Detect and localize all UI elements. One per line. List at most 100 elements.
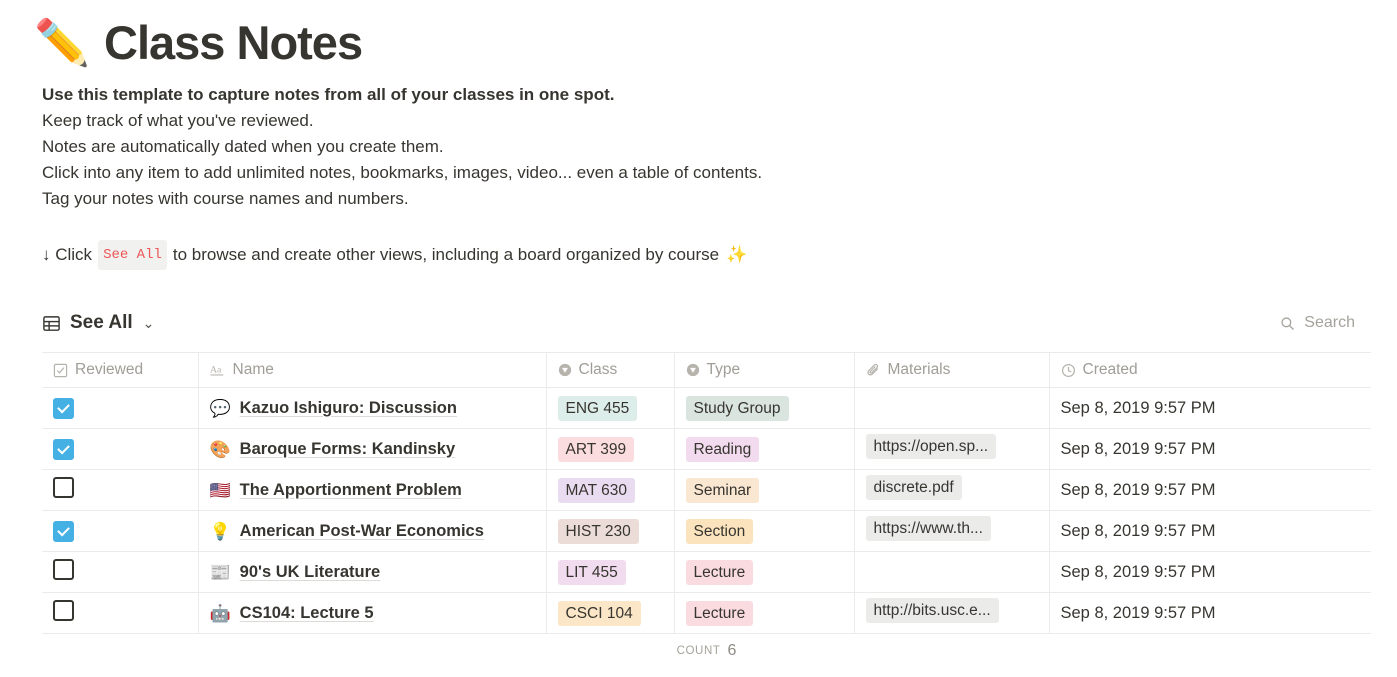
- reviewed-checkbox[interactable]: [53, 600, 74, 621]
- cell-materials[interactable]: https://www.th...: [854, 511, 1049, 552]
- view-selector[interactable]: See All ⌄: [42, 312, 154, 334]
- note-title-link[interactable]: American Post-War Economics: [240, 522, 484, 541]
- class-tag: ENG 455: [558, 396, 638, 421]
- row-emoji-icon: 🎨: [210, 441, 231, 458]
- cell-materials[interactable]: https://open.sp...: [854, 429, 1049, 470]
- sparkles-icon: ✨: [726, 242, 747, 268]
- notes-table: Reviewed Aa Name: [42, 352, 1371, 634]
- cell-reviewed[interactable]: [42, 511, 198, 552]
- reviewed-checkbox[interactable]: [53, 477, 74, 498]
- column-header-materials[interactable]: Materials: [854, 353, 1049, 388]
- type-tag: Seminar: [686, 478, 760, 503]
- class-tag: ART 399: [558, 437, 635, 462]
- cell-type[interactable]: Lecture: [674, 552, 854, 593]
- materials-chip[interactable]: discrete.pdf: [866, 475, 962, 500]
- table-row[interactable]: 🤖 CS104: Lecture 5 CSCI 104 Lecture http://b…: [42, 593, 1371, 634]
- cell-type[interactable]: Section: [674, 511, 854, 552]
- cell-materials[interactable]: http://bits.usc.e...: [854, 593, 1049, 634]
- row-emoji-icon: 🤖: [210, 605, 231, 622]
- cell-class[interactable]: MAT 630: [546, 470, 674, 511]
- note-title-link[interactable]: 90's UK Literature: [240, 563, 381, 582]
- table-row[interactable]: 🎨 Baroque Forms: Kandinsky ART 399 Reading h…: [42, 429, 1371, 470]
- cell-type[interactable]: Study Group: [674, 388, 854, 429]
- type-tag: Section: [686, 519, 754, 544]
- column-header-name[interactable]: Aa Name: [198, 353, 546, 388]
- column-header-class[interactable]: Class: [546, 353, 674, 388]
- class-tag: CSCI 104: [558, 601, 641, 626]
- type-tag: Lecture: [686, 601, 754, 626]
- class-tag: HIST 230: [558, 519, 639, 544]
- note-title-link[interactable]: CS104: Lecture 5: [240, 604, 374, 623]
- cell-name[interactable]: 💡American Post-War Economics: [198, 511, 546, 552]
- row-emoji-icon: 🇺🇸: [210, 482, 231, 499]
- cell-type[interactable]: Seminar: [674, 470, 854, 511]
- cell-reviewed[interactable]: [42, 470, 198, 511]
- column-header-label: Materials: [888, 361, 951, 379]
- cell-materials[interactable]: [854, 552, 1049, 593]
- type-tag: Study Group: [686, 396, 789, 421]
- table-row[interactable]: 📰 90's UK Literature LIT 455 Lecture Sep 8, …: [42, 552, 1371, 593]
- search-control[interactable]: Search: [1280, 314, 1355, 332]
- cell-name[interactable]: 💬Kazuo Ishiguro: Discussion: [198, 388, 546, 429]
- cell-reviewed[interactable]: [42, 593, 198, 634]
- reviewed-checkbox[interactable]: [53, 439, 74, 460]
- cell-created[interactable]: Sep 8, 2019 9:57 PM: [1049, 511, 1371, 552]
- cell-materials[interactable]: [854, 388, 1049, 429]
- materials-chip[interactable]: https://open.sp...: [866, 434, 997, 459]
- cell-class[interactable]: ART 399: [546, 429, 674, 470]
- cell-name[interactable]: 🇺🇸 The Apportionment Problem: [198, 470, 546, 511]
- see-all-code-chip: See All: [98, 240, 167, 270]
- cell-class[interactable]: HIST 230: [546, 511, 674, 552]
- cell-type[interactable]: Lecture: [674, 593, 854, 634]
- cell-reviewed[interactable]: [42, 429, 198, 470]
- cell-name[interactable]: 🤖 CS104: Lecture 5: [198, 593, 546, 634]
- note-title-link[interactable]: Kazuo Ishiguro: Discussion: [240, 399, 457, 418]
- chevron-down-icon[interactable]: ⌄: [143, 315, 155, 332]
- table-row[interactable]: 💡American Post-War Economics HIST 230 Sect…: [42, 511, 1371, 552]
- description-line: Tag your notes with course names and num…: [42, 186, 1363, 212]
- materials-chip[interactable]: https://www.th...: [866, 516, 991, 541]
- cell-type[interactable]: Reading: [674, 429, 854, 470]
- class-tag: LIT 455: [558, 560, 626, 585]
- cell-class[interactable]: LIT 455: [546, 552, 674, 593]
- column-header-type[interactable]: Type: [674, 353, 854, 388]
- reviewed-checkbox[interactable]: [53, 559, 74, 580]
- created-date: Sep 8, 2019 9:57 PM: [1061, 604, 1216, 622]
- note-title-link[interactable]: The Apportionment Problem: [240, 481, 462, 500]
- note-title-link[interactable]: Baroque Forms: Kandinsky: [240, 440, 455, 459]
- cell-created[interactable]: Sep 8, 2019 9:57 PM: [1049, 429, 1371, 470]
- table-header: Reviewed Aa Name: [42, 353, 1371, 388]
- page-title-row: ✏️ Class Notes: [34, 0, 1363, 78]
- cell-created[interactable]: Sep 8, 2019 9:57 PM: [1049, 552, 1371, 593]
- cell-class[interactable]: CSCI 104: [546, 593, 674, 634]
- description-line: Use this template to capture notes from …: [42, 82, 1363, 108]
- cell-class[interactable]: ENG 455: [546, 388, 674, 429]
- view-toolbar: See All ⌄ Search: [42, 306, 1363, 340]
- materials-chip[interactable]: http://bits.usc.e...: [866, 598, 999, 623]
- search-placeholder-label: Search: [1304, 314, 1355, 332]
- table-row[interactable]: 💬Kazuo Ishiguro: Discussion ENG 455 Study …: [42, 388, 1371, 429]
- description-line: Notes are automatically dated when you c…: [42, 134, 1363, 160]
- cell-name[interactable]: 🎨 Baroque Forms: Kandinsky: [198, 429, 546, 470]
- cell-created[interactable]: Sep 8, 2019 9:57 PM: [1049, 470, 1371, 511]
- cell-created[interactable]: Sep 8, 2019 9:57 PM: [1049, 593, 1371, 634]
- cell-materials[interactable]: discrete.pdf: [854, 470, 1049, 511]
- cell-created[interactable]: Sep 8, 2019 9:57 PM: [1049, 388, 1371, 429]
- checkbox-icon: [53, 363, 68, 378]
- table-row[interactable]: 🇺🇸 The Apportionment Problem MAT 630 Semina…: [42, 470, 1371, 511]
- view-name-label: See All: [70, 312, 133, 334]
- reviewed-checkbox[interactable]: [53, 398, 74, 419]
- pencil-icon: ✏️: [34, 20, 90, 65]
- description-block: Use this template to capture notes from …: [34, 82, 1363, 270]
- column-header-reviewed[interactable]: Reviewed: [42, 353, 198, 388]
- callout-suffix: to browse and create other views, includ…: [173, 242, 719, 268]
- cell-reviewed[interactable]: [42, 388, 198, 429]
- column-header-label: Name: [233, 361, 274, 379]
- class-tag: MAT 630: [558, 478, 635, 503]
- row-emoji-icon: 📰: [210, 564, 231, 581]
- reviewed-checkbox[interactable]: [53, 521, 74, 542]
- created-date: Sep 8, 2019 9:57 PM: [1061, 522, 1216, 540]
- cell-reviewed[interactable]: [42, 552, 198, 593]
- column-header-created[interactable]: Created: [1049, 353, 1371, 388]
- cell-name[interactable]: 📰 90's UK Literature: [198, 552, 546, 593]
